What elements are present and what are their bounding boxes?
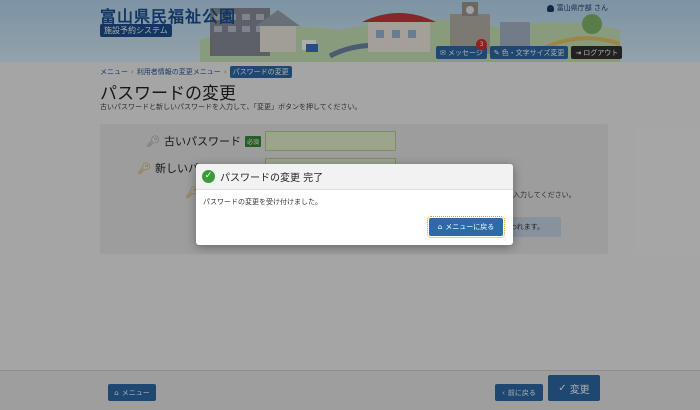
completion-dialog: ✓ パスワードの変更 完了 パスワードの変更を受け付けました。 ⌂ メニューに戻… [196,164,513,245]
dialog-header: ✓ パスワードの変更 完了 [196,164,513,190]
return-to-menu-label: メニューに戻る [445,223,495,231]
home-icon: ⌂ [437,223,443,231]
dialog-title: パスワードの変更 完了 [220,173,324,184]
dialog-message: パスワードの変更を受け付けました。 [203,198,322,206]
check-circle-icon: ✓ [202,170,215,183]
return-to-menu-button[interactable]: ⌂ メニューに戻る [427,216,505,238]
